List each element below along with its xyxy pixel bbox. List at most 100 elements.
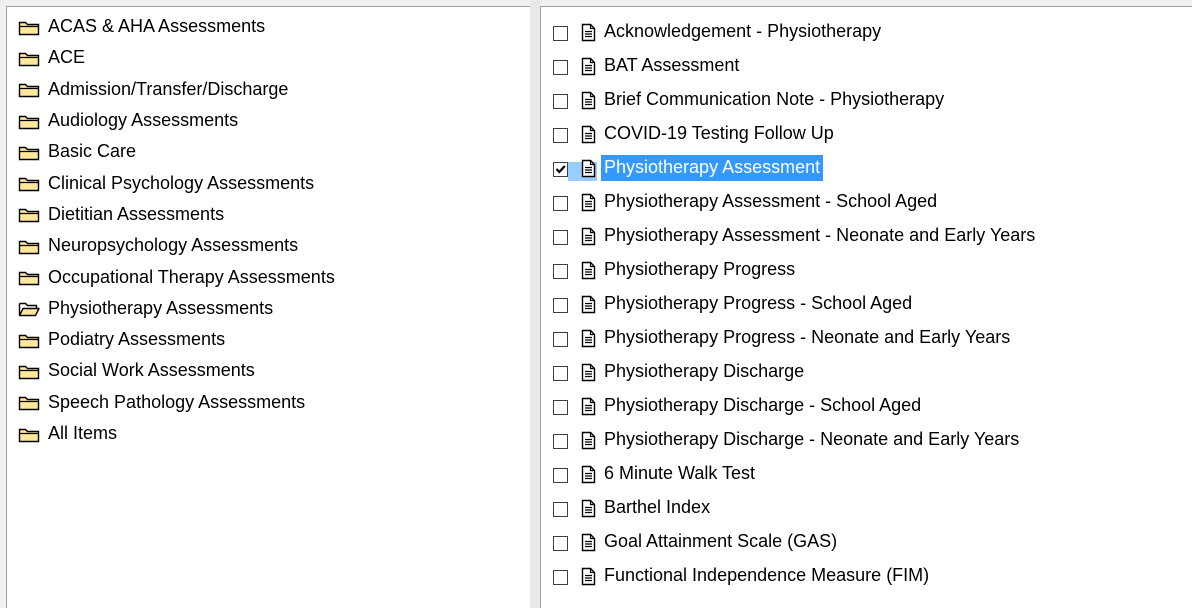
form-item-checkbox[interactable] [553, 433, 568, 449]
document-icon [580, 499, 597, 518]
form-item-checkbox[interactable] [553, 365, 568, 381]
folder-icon [18, 113, 40, 131]
document-icon [580, 329, 597, 348]
folder-icon [18, 81, 40, 99]
form-item[interactable]: Brief Communication Note - Physiotherapy [541, 86, 1192, 120]
document-icon-wrap [568, 295, 597, 317]
category-item[interactable]: Podiatry Assessments [7, 328, 530, 359]
form-item-checkbox[interactable] [553, 161, 568, 177]
form-item-label: BAT Assessment [604, 55, 740, 75]
form-item-label: Physiotherapy Assessment - School Aged [604, 191, 938, 211]
document-icon-wrap [568, 261, 597, 283]
folder-icon [18, 50, 40, 68]
folder-icon [18, 426, 40, 444]
form-item-label: Acknowledgement - Physiotherapy [604, 21, 882, 41]
category-item[interactable]: Neuropsychology Assessments [7, 234, 530, 265]
form-item-label: 6 Minute Walk Test [604, 463, 756, 483]
category-item[interactable]: Admission/Transfer/Discharge [7, 78, 530, 109]
category-item[interactable]: Basic Care [7, 140, 530, 171]
form-item-checkbox[interactable] [553, 297, 568, 313]
form-item-label: Goal Attainment Scale (GAS) [604, 531, 838, 551]
folder-open-icon [18, 300, 40, 318]
form-item[interactable]: Physiotherapy Discharge - School Aged [541, 392, 1192, 426]
checkmark-icon [555, 164, 566, 174]
document-icon-wrap [568, 23, 597, 45]
form-item-checkbox[interactable] [553, 25, 568, 41]
document-icon-wrap [568, 363, 597, 385]
document-icon [580, 363, 597, 382]
category-item[interactable]: Dietitian Assessments [7, 203, 530, 234]
document-icon [580, 261, 597, 280]
form-item-checkbox[interactable] [553, 263, 568, 279]
category-item[interactable]: Occupational Therapy Assessments [7, 265, 530, 296]
document-icon [580, 227, 597, 246]
form-item-checkbox[interactable] [553, 127, 568, 143]
form-item[interactable]: Goal Attainment Scale (GAS) [541, 528, 1192, 562]
form-item-checkbox[interactable] [553, 467, 568, 483]
form-item[interactable]: Physiotherapy Discharge [541, 358, 1192, 392]
form-item-checkbox[interactable] [553, 501, 568, 517]
document-icon-wrap [568, 125, 597, 147]
form-item[interactable]: Acknowledgement - Physiotherapy [541, 18, 1192, 52]
category-item[interactable]: ACE [7, 46, 530, 77]
form-item-checkbox[interactable] [553, 229, 568, 245]
form-item[interactable]: Physiotherapy Assessment - School Aged [541, 188, 1192, 222]
document-icon [580, 431, 597, 450]
folder-icon [18, 363, 40, 381]
document-icon [580, 295, 597, 314]
category-item[interactable]: Social Work Assessments [7, 359, 530, 390]
form-item[interactable]: Physiotherapy Progress - Neonate and Ear… [541, 324, 1192, 358]
form-list: Acknowledgement - Physiotherapy BAT Asses… [541, 18, 1192, 596]
form-item-checkbox[interactable] [553, 331, 568, 347]
category-item[interactable]: Clinical Psychology Assessments [7, 171, 530, 202]
form-item-checkbox[interactable] [553, 399, 568, 415]
category-label: Occupational Therapy Assessments [48, 266, 335, 287]
form-item-checkbox[interactable] [553, 569, 568, 585]
category-label: Physiotherapy Assessments [48, 297, 274, 318]
document-icon-wrap [568, 91, 597, 113]
form-item[interactable]: 6 Minute Walk Test [541, 460, 1192, 494]
form-item[interactable]: Physiotherapy Assessment - Neonate and E… [541, 222, 1192, 256]
form-item[interactable]: Physiotherapy Discharge - Neonate and Ea… [541, 426, 1192, 460]
category-label: Dietitian Assessments [48, 203, 225, 224]
document-icon-wrap [568, 193, 597, 215]
folder-icon [18, 144, 40, 162]
document-icon-wrap [568, 57, 597, 79]
form-item-checkbox[interactable] [553, 535, 568, 551]
document-icon-wrap [568, 533, 597, 555]
form-list-pane[interactable]: Acknowledgement - Physiotherapy BAT Asses… [540, 6, 1192, 608]
category-item[interactable]: All Items [7, 422, 530, 453]
category-label: Neuropsychology Assessments [48, 235, 299, 256]
form-item[interactable]: Physiotherapy Assessment [541, 154, 1192, 188]
category-item[interactable]: Speech Pathology Assessments [7, 391, 530, 422]
form-item-checkbox[interactable] [553, 59, 568, 75]
pane-splitter[interactable] [530, 0, 540, 608]
folder-icon [18, 19, 40, 37]
document-icon-wrap [568, 227, 597, 249]
document-icon-wrap [568, 465, 597, 487]
form-item[interactable]: Physiotherapy Progress - School Aged [541, 290, 1192, 324]
document-icon-wrap [568, 329, 597, 351]
category-list-pane[interactable]: ACAS & AHA Assessments ACE Admission/Trans… [6, 6, 530, 608]
category-label: Social Work Assessments [48, 360, 255, 381]
category-item[interactable]: Audiology Assessments [7, 109, 530, 140]
form-item-label: COVID-19 Testing Follow Up [604, 123, 834, 143]
form-item-label: Physiotherapy Discharge - Neonate and Ea… [604, 429, 1020, 449]
form-item[interactable]: Barthel Index [541, 494, 1192, 528]
folder-icon [18, 206, 40, 224]
form-item[interactable]: BAT Assessment [541, 52, 1192, 86]
form-item-checkbox[interactable] [553, 93, 568, 109]
form-selection-window: ACAS & AHA Assessments ACE Admission/Trans… [0, 0, 1192, 608]
category-item[interactable]: Physiotherapy Assessments [7, 297, 530, 328]
form-item[interactable]: COVID-19 Testing Follow Up [541, 120, 1192, 154]
form-item-checkbox[interactable] [553, 195, 568, 211]
form-item[interactable]: Physiotherapy Progress [541, 256, 1192, 290]
category-item[interactable]: ACAS & AHA Assessments [7, 15, 530, 46]
form-item[interactable]: Functional Independence Measure (FIM) [541, 562, 1192, 596]
form-item-label: Brief Communication Note - Physiotherapy [604, 89, 945, 109]
document-icon [580, 193, 597, 212]
form-item-label: Barthel Index [604, 497, 711, 517]
document-icon [580, 533, 597, 552]
form-item-label: Physiotherapy Discharge - School Aged [604, 395, 922, 415]
folder-icon [18, 175, 40, 193]
